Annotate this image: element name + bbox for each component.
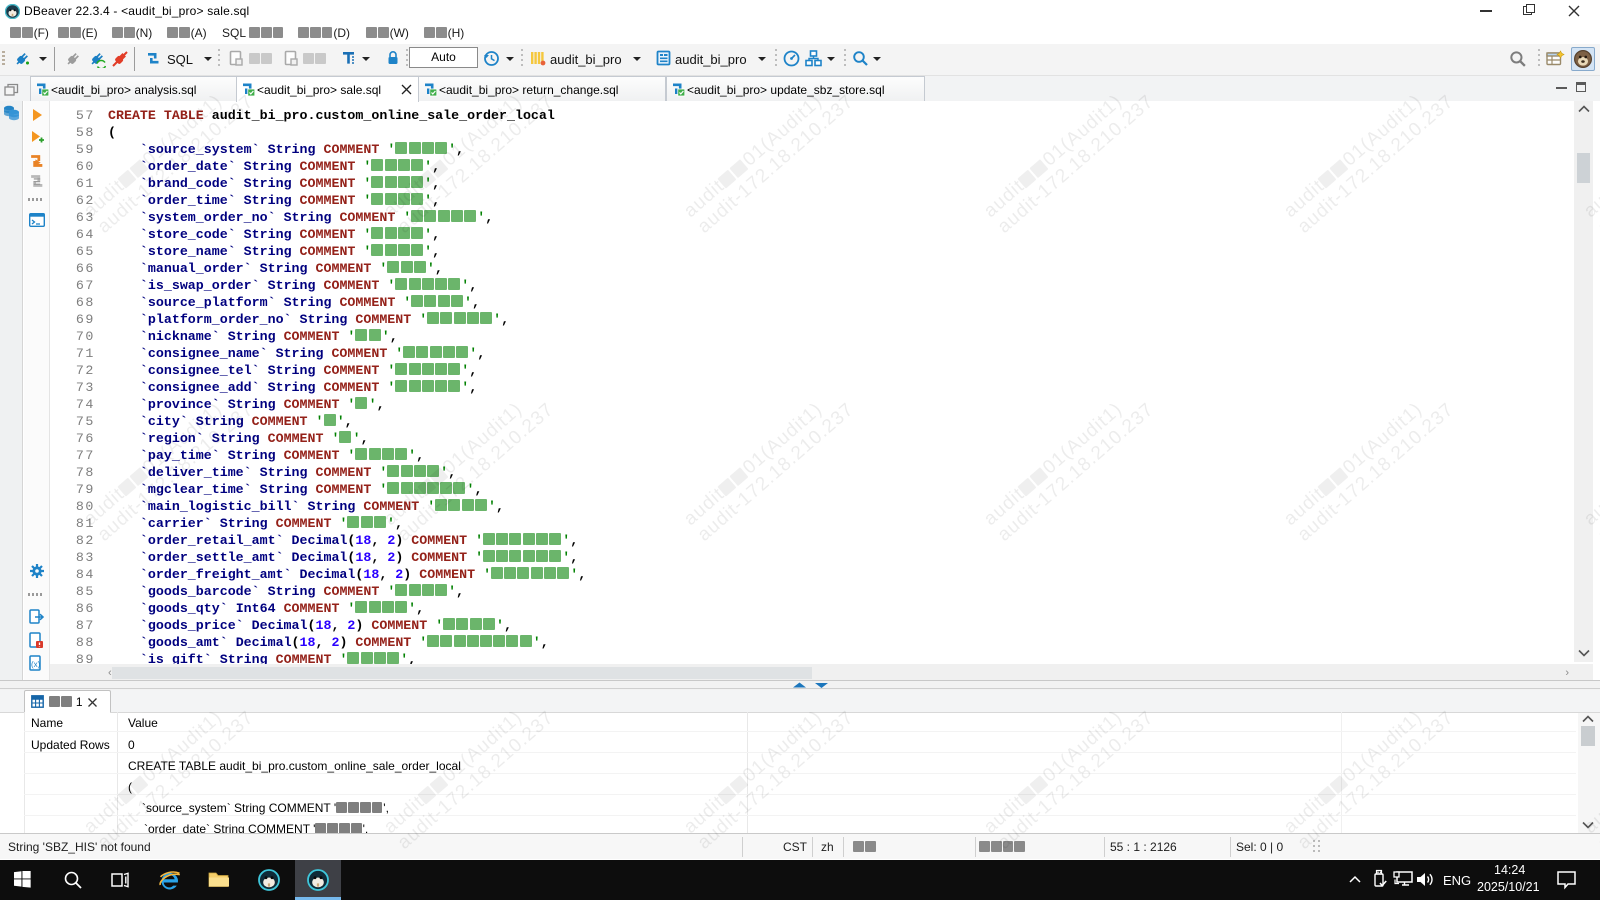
svg-text:(x): (x) [31,660,41,669]
